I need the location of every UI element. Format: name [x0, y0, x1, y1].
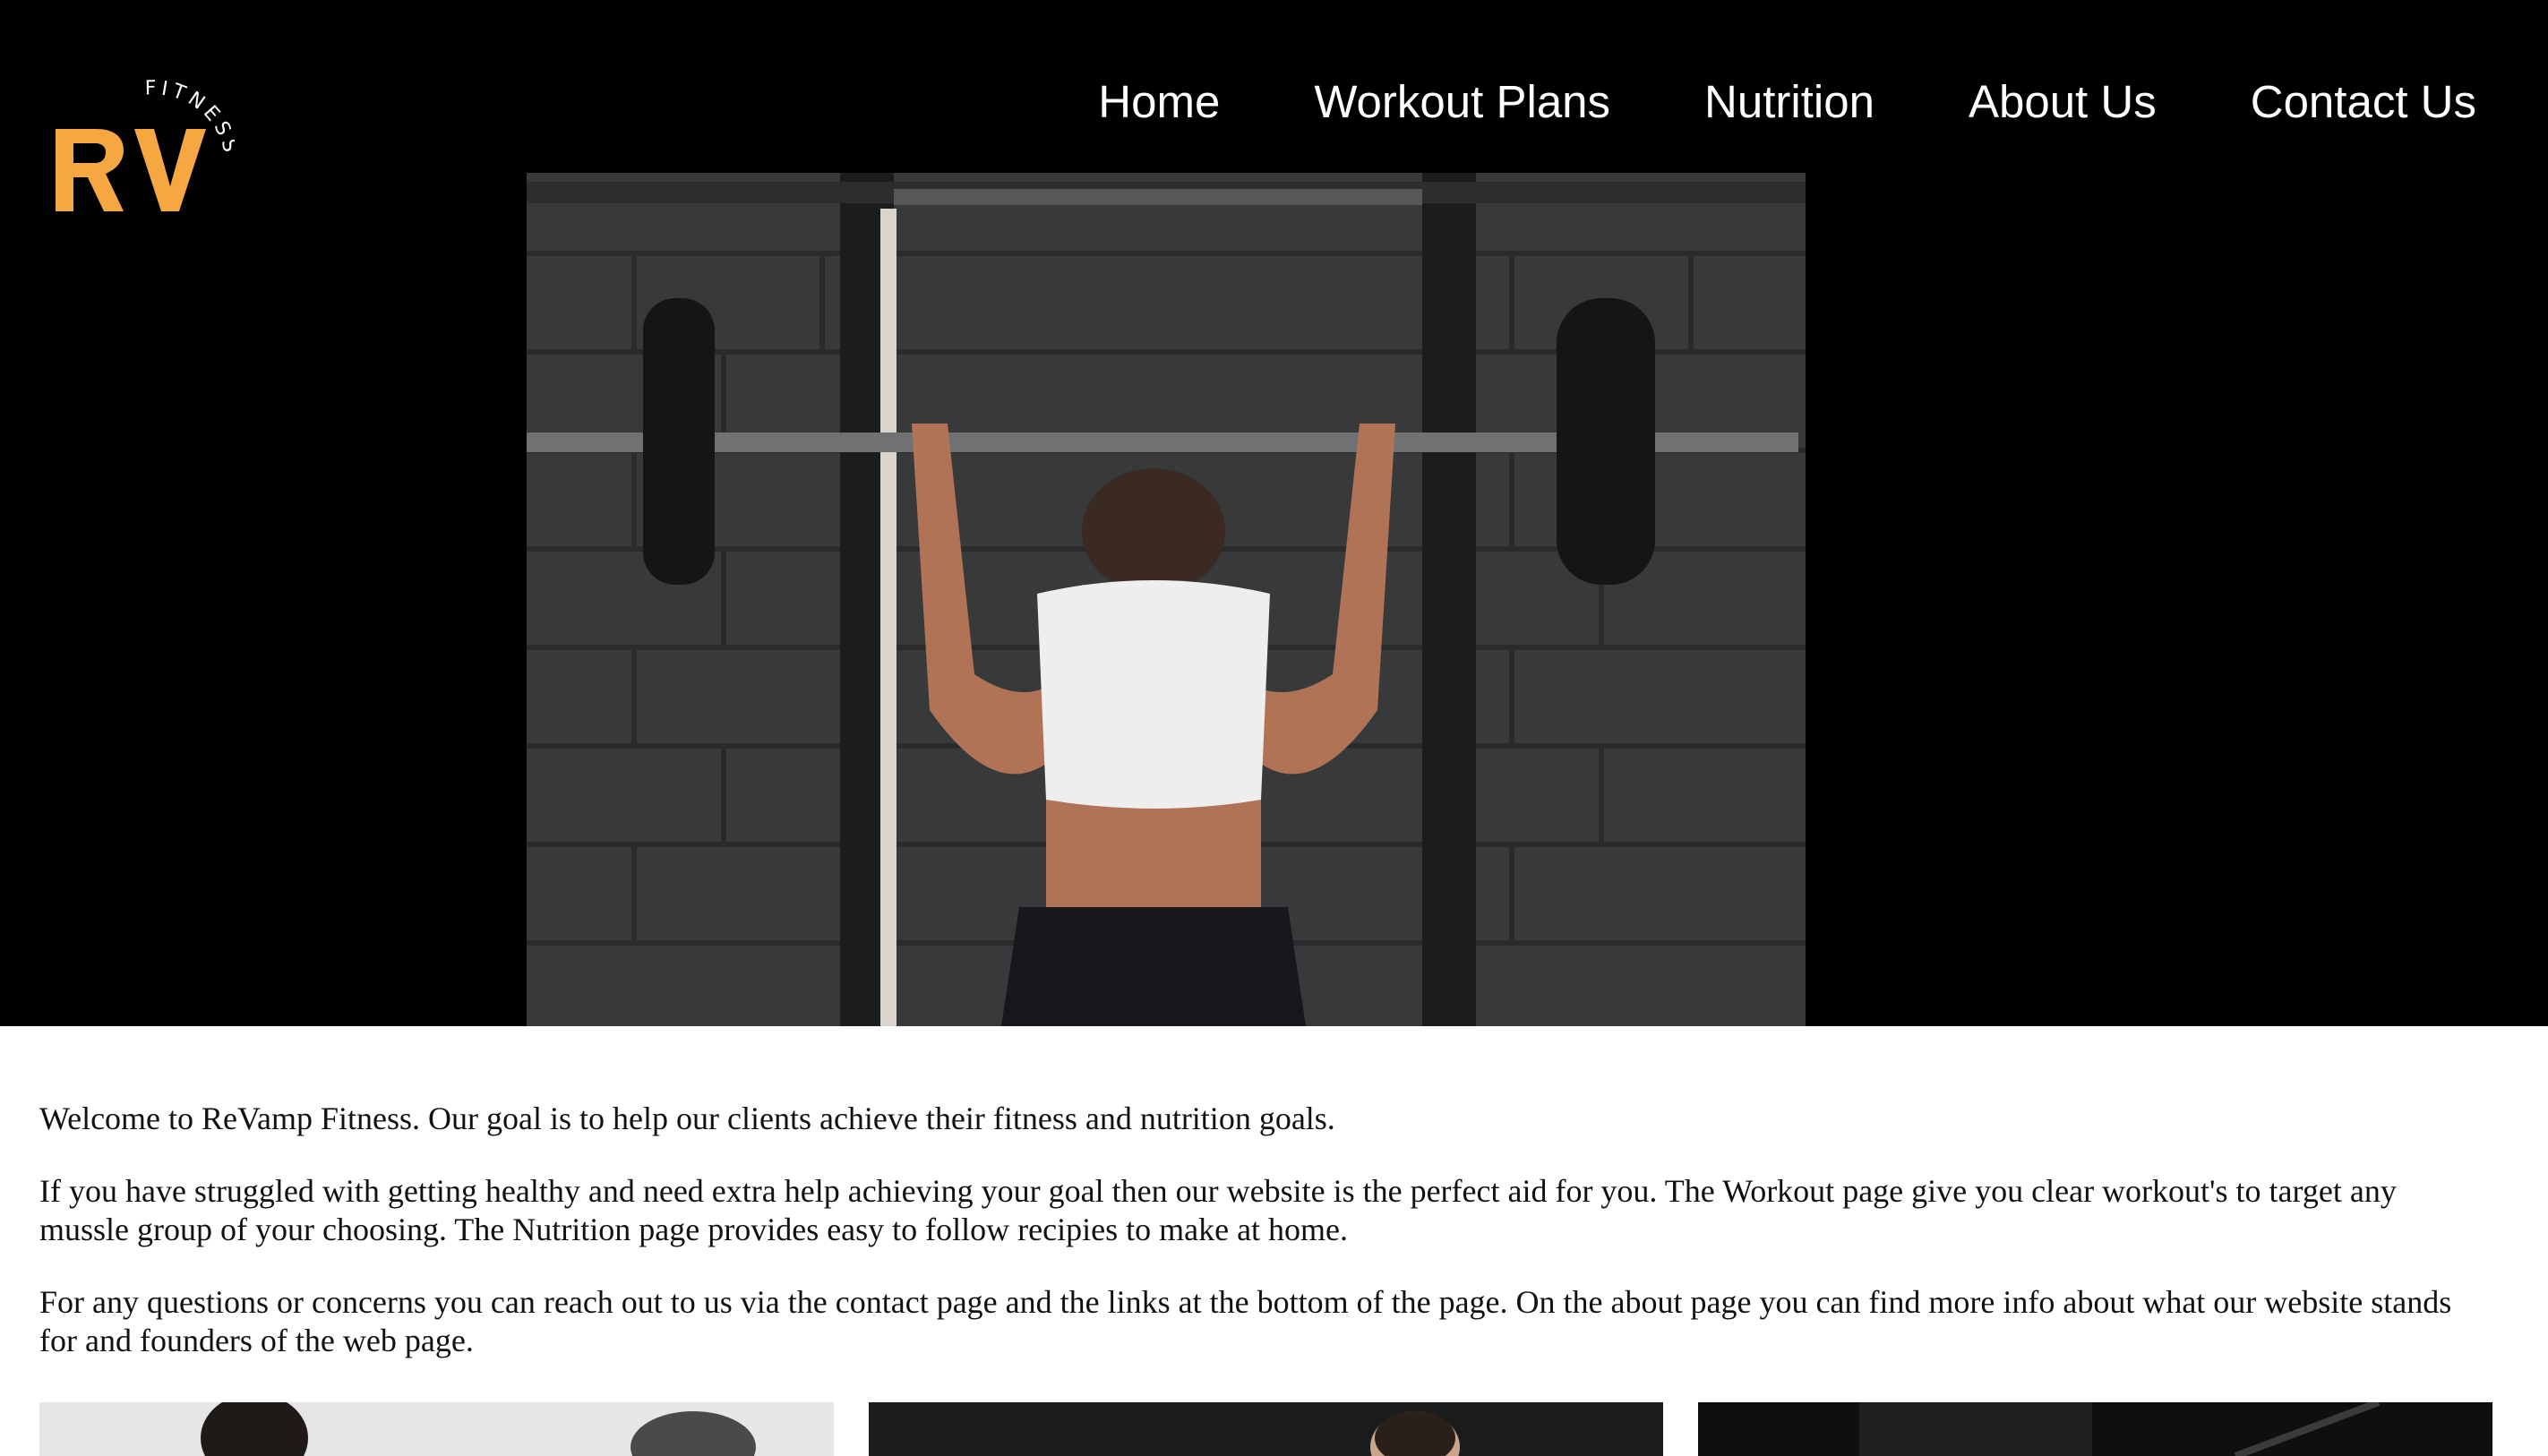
feature-card-1[interactable]: [39, 1402, 834, 1456]
hero-image: [527, 173, 1806, 1026]
hero-photo: [527, 173, 1806, 1026]
nav-nutrition[interactable]: Nutrition: [1704, 70, 1875, 134]
nav-contact-us[interactable]: Contact Us: [2251, 70, 2476, 134]
nav-about-us[interactable]: About Us: [1969, 70, 2157, 134]
card-image-2: [869, 1402, 1663, 1456]
feature-card-2[interactable]: [869, 1402, 1663, 1456]
nav-home[interactable]: Home: [1098, 70, 1220, 134]
card-image-3: [1698, 1402, 2492, 1456]
rv-fitness-logo[interactable]: FITNESS: [47, 77, 237, 229]
intro-paragraph-3: For any questions or concerns you can re…: [39, 1284, 2452, 1358]
intro-paragraph-2: If you have struggled with getting healt…: [39, 1173, 2397, 1247]
feature-card-3[interactable]: [1698, 1402, 2492, 1456]
intro-content: Welcome to ReVamp Fitness. Our goal is t…: [39, 1100, 2475, 1394]
feature-cards: [39, 1402, 2495, 1456]
logo-mark: FITNESS: [56, 77, 237, 211]
intro-paragraph-1: Welcome to ReVamp Fitness. Our goal is t…: [39, 1101, 1335, 1136]
site-header: FITNESS Home Workout Plans Nutrition Abo…: [0, 0, 2548, 1026]
card-image-1: [39, 1402, 834, 1456]
main-nav: Home Workout Plans Nutrition About Us Co…: [1004, 70, 2476, 134]
nav-workout-plans[interactable]: Workout Plans: [1314, 70, 1610, 134]
